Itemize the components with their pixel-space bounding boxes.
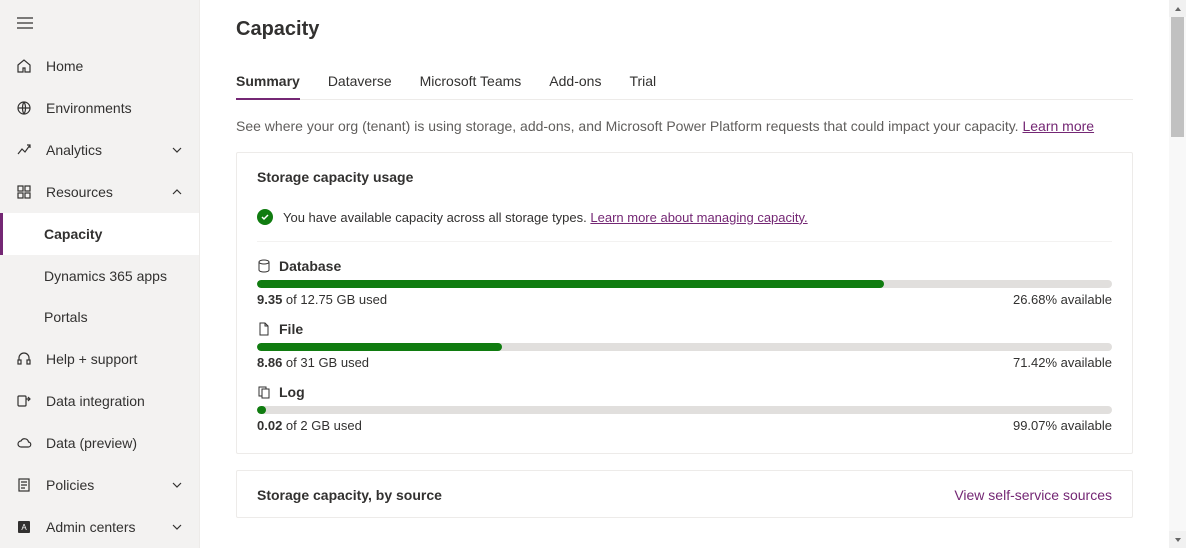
headset-icon — [16, 351, 32, 367]
storage-log: Log 0.02 of 2 GB used 99.07% available — [257, 384, 1112, 433]
sidebar-item-label: Help + support — [46, 351, 183, 367]
sidebar-sub-capacity[interactable]: Capacity — [0, 213, 199, 255]
page-title: Capacity — [236, 18, 1133, 41]
sidebar-sub-dynamics[interactable]: Dynamics 365 apps — [0, 255, 199, 297]
intro-learn-more-link[interactable]: Learn more — [1022, 118, 1094, 134]
chevron-down-icon — [171, 479, 183, 491]
data-integration-icon — [16, 393, 32, 409]
storage-available-text: 99.07% available — [1013, 418, 1112, 433]
storage-used-text: 8.86 of 31 GB used — [257, 355, 369, 370]
sidebar-item-data-integration[interactable]: Data integration — [0, 380, 199, 422]
tab-addons[interactable]: Add-ons — [549, 73, 601, 99]
scroll-up-button[interactable] — [1169, 0, 1186, 17]
tab-summary[interactable]: Summary — [236, 73, 300, 99]
sidebar-sub-portals[interactable]: Portals — [0, 297, 199, 339]
globe-icon — [16, 100, 32, 116]
storage-name: Log — [279, 384, 305, 400]
progress-bar — [257, 343, 1112, 351]
chevron-up-icon — [171, 186, 183, 198]
storage-available-text: 26.68% available — [1013, 292, 1112, 307]
view-sources-link[interactable]: View self-service sources — [954, 487, 1112, 503]
sidebar-item-help[interactable]: Help + support — [0, 338, 199, 380]
check-icon — [257, 209, 273, 225]
sidebar-item-analytics[interactable]: Analytics — [0, 129, 199, 171]
sidebar-item-policies[interactable]: Policies — [0, 464, 199, 506]
usage-info-link[interactable]: Learn more about managing capacity. — [590, 210, 807, 225]
scroll-thumb[interactable] — [1171, 17, 1184, 137]
sidebar-item-label: Analytics — [46, 142, 157, 158]
sidebar-item-environments[interactable]: Environments — [0, 87, 199, 129]
chevron-down-icon — [171, 521, 183, 533]
sidebar-sub-label: Dynamics 365 apps — [44, 268, 167, 284]
file-icon — [257, 322, 271, 336]
storage-name: Database — [279, 258, 341, 274]
storage-database: Database 9.35 of 12.75 GB used 26.68% av… — [257, 258, 1112, 307]
progress-bar — [257, 406, 1112, 414]
usage-info-row: You have available capacity across all s… — [257, 203, 1112, 242]
sidebar-item-admin-centers[interactable]: A Admin centers — [0, 506, 199, 548]
sidebar-sub-label: Capacity — [44, 226, 102, 242]
usage-card: Storage capacity usage You have availabl… — [236, 152, 1133, 454]
chevron-down-icon — [171, 144, 183, 156]
sidebar-item-data-preview[interactable]: Data (preview) — [0, 422, 199, 464]
sidebar-item-label: Data (preview) — [46, 435, 183, 451]
cloud-icon — [16, 435, 32, 451]
menu-icon — [16, 14, 34, 32]
source-card-title: Storage capacity, by source — [257, 487, 442, 503]
sidebar-item-label: Resources — [46, 184, 157, 200]
scroll-down-button[interactable] — [1169, 531, 1186, 548]
usage-card-title: Storage capacity usage — [257, 169, 1112, 185]
database-icon — [257, 259, 271, 273]
intro-text-content: See where your org (tenant) is using sto… — [236, 118, 1022, 134]
admin-icon: A — [16, 519, 32, 535]
resources-icon — [16, 184, 32, 200]
storage-file: File 8.86 of 31 GB used 71.42% available — [257, 321, 1112, 370]
sidebar: Home Environments Analytics Resources Ca… — [0, 0, 200, 548]
storage-name: File — [279, 321, 303, 337]
intro-text: See where your org (tenant) is using sto… — [236, 118, 1133, 134]
storage-used-text: 9.35 of 12.75 GB used — [257, 292, 387, 307]
home-icon — [16, 58, 32, 74]
sidebar-item-label: Admin centers — [46, 519, 157, 535]
sidebar-item-label: Environments — [46, 100, 183, 116]
sidebar-item-resources[interactable]: Resources — [0, 171, 199, 213]
tab-teams[interactable]: Microsoft Teams — [420, 73, 522, 99]
svg-text:A: A — [21, 523, 27, 532]
storage-available-text: 71.42% available — [1013, 355, 1112, 370]
scroll-track[interactable] — [1169, 17, 1186, 531]
sidebar-sub-label: Portals — [44, 309, 88, 325]
scrollbar[interactable] — [1169, 0, 1186, 548]
policies-icon — [16, 477, 32, 493]
usage-info-text: You have available capacity across all s… — [283, 210, 590, 225]
analytics-icon — [16, 142, 32, 158]
tabs: Summary Dataverse Microsoft Teams Add-on… — [236, 73, 1133, 100]
main: Capacity Summary Dataverse Microsoft Tea… — [200, 0, 1186, 548]
sidebar-item-label: Policies — [46, 477, 157, 493]
tab-trial[interactable]: Trial — [629, 73, 656, 99]
sidebar-item-label: Data integration — [46, 393, 183, 409]
log-icon — [257, 385, 271, 399]
tab-dataverse[interactable]: Dataverse — [328, 73, 392, 99]
storage-used-text: 0.02 of 2 GB used — [257, 418, 362, 433]
sidebar-item-home[interactable]: Home — [0, 45, 199, 87]
hamburger-button[interactable] — [0, 8, 199, 45]
sidebar-item-label: Home — [46, 58, 183, 74]
source-card: Storage capacity, by source View self-se… — [236, 470, 1133, 518]
progress-bar — [257, 280, 1112, 288]
